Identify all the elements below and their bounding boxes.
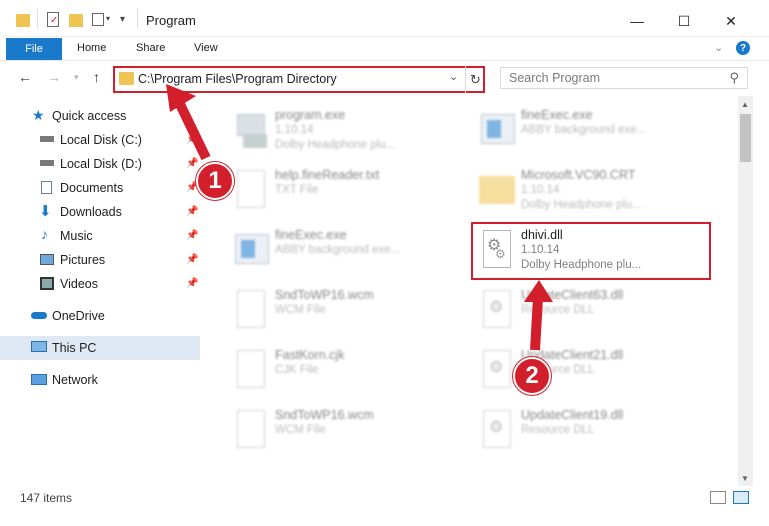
sidebar-item-downloads[interactable]: ⬇ Downloads 📌	[0, 200, 200, 224]
generic-file-icon	[233, 408, 269, 452]
generic-file-icon	[233, 348, 269, 392]
expand-ribbon-icon[interactable]: ⌄	[714, 41, 723, 54]
pin-icon[interactable]: 📌	[186, 278, 198, 289]
ribbon: File Home Share View ⌄ ?	[0, 37, 769, 61]
pin-icon[interactable]: 📌	[186, 254, 198, 265]
cloud-icon	[31, 312, 47, 319]
sidebar-item-quick-access[interactable]: ★ Quick access	[0, 104, 200, 128]
close-button[interactable]: ✕	[708, 7, 754, 35]
videos-icon	[40, 277, 54, 290]
file-item[interactable]: help.fineReader.txt TXT File	[229, 162, 469, 220]
pin-icon[interactable]: 📌	[186, 134, 198, 145]
chevron-down-icon[interactable]: ⌄	[449, 70, 458, 83]
dll-gear-icon: ⚙	[479, 408, 515, 452]
folder-icon	[16, 11, 30, 29]
file-item[interactable]: ⚙ UpdateClient63.dll Resource DLL	[475, 282, 715, 340]
file-version: 1.10.14	[521, 244, 560, 256]
back-arrow-icon[interactable]: ←	[18, 69, 32, 85]
documents-icon	[41, 181, 52, 194]
sidebar-item-local-disk-d[interactable]: Local Disk (D:) 📌	[0, 152, 200, 176]
file-item[interactable]: fineExec.exe ABBY background exe...	[475, 102, 715, 160]
file-item[interactable]: ⚙ UpdateClient21.dll Resource DLL	[475, 342, 715, 400]
application-icon	[233, 228, 269, 272]
tab-share[interactable]: Share	[136, 42, 165, 54]
window-title: Program	[146, 13, 196, 28]
dll-gear-icon: ⚙ ⚙	[479, 228, 515, 272]
up-arrow-icon[interactable]: ↑	[93, 69, 100, 85]
sidebar-item-music[interactable]: ♪ Music 📌	[0, 224, 200, 248]
file-item[interactable]: program.exe 1.10.14 Dolby Headphone plu.…	[229, 102, 469, 160]
refresh-icon[interactable]: ↻	[465, 66, 485, 93]
new-folder-icon[interactable]	[69, 11, 83, 29]
file-item[interactable]: fineExec.exe ABBY background exe...	[229, 222, 469, 280]
maximize-button[interactable]: ☐	[661, 7, 707, 35]
step-badge-1: 1	[196, 162, 234, 200]
forward-arrow-icon[interactable]: →	[47, 69, 61, 85]
pin-icon[interactable]: 📌	[186, 158, 198, 169]
item-count: 147 items	[20, 491, 73, 505]
sidebar-item-documents[interactable]: Documents 📌	[0, 176, 200, 200]
file-item[interactable]: ⚙ UpdateClient19.dll Resource DLL	[475, 402, 715, 460]
folder-icon	[479, 168, 515, 212]
pin-icon[interactable]: 📌	[186, 206, 198, 217]
large-icons-view-icon[interactable]	[733, 491, 749, 504]
dll-gear-icon: ⚙	[479, 288, 515, 332]
pictures-icon	[40, 254, 54, 265]
folder-icon	[119, 72, 134, 85]
scroll-up-icon[interactable]: ▲	[741, 100, 749, 109]
search-icon[interactable]: ⚲	[729, 70, 739, 86]
sidebar-item-network[interactable]: Network	[0, 368, 200, 392]
sidebar-item-this-pc[interactable]: This PC	[0, 336, 200, 360]
navigation-pane: ★ Quick access Local Disk (C:) 📌 Local D…	[0, 96, 202, 486]
tab-view[interactable]: View	[194, 42, 218, 54]
vertical-scrollbar[interactable]: ▲ ▼	[738, 96, 753, 486]
text-file-icon	[233, 168, 269, 212]
network-icon	[31, 374, 47, 385]
file-item[interactable]: FastKorn.cjk CJK File	[229, 342, 469, 400]
generic-file-icon	[233, 288, 269, 332]
search-placeholder: Search Program	[509, 71, 601, 85]
pin-icon[interactable]: 📌	[186, 230, 198, 241]
sidebar-item-local-disk-c[interactable]: Local Disk (C:) 📌	[0, 128, 200, 152]
step-badge-2: 2	[513, 357, 551, 395]
drive-icon	[40, 160, 54, 166]
application-icon	[233, 108, 269, 152]
computer-icon	[31, 341, 47, 352]
search-input[interactable]: Search Program ⚲	[500, 67, 748, 89]
dll-gear-icon: ⚙	[479, 348, 515, 392]
file-item[interactable]: Microsoft.VC90.CRT 1.10.14 Dolby Headpho…	[475, 162, 715, 220]
file-name: dhivi.dll	[521, 228, 563, 242]
file-description: Dolby Headphone plu...	[521, 259, 642, 271]
address-bar[interactable]: C:\Program Files\Program Directory ⌄ ↻	[113, 66, 485, 93]
sidebar-item-pictures[interactable]: Pictures 📌	[0, 248, 200, 272]
minimize-button[interactable]: —	[614, 7, 660, 35]
tab-file[interactable]: File	[6, 38, 62, 60]
file-item-dhivi-dll[interactable]: ⚙ ⚙ dhivi.dll 1.10.14 Dolby Headphone pl…	[475, 222, 715, 280]
tab-home[interactable]: Home	[77, 42, 106, 54]
help-icon[interactable]: ?	[736, 41, 750, 55]
downloads-icon: ⬇	[39, 203, 52, 220]
drive-icon	[40, 136, 54, 142]
properties-icon[interactable]: ✓	[46, 11, 60, 29]
scroll-down-icon[interactable]: ▼	[741, 474, 749, 483]
star-icon: ★	[32, 107, 45, 123]
details-view-icon[interactable]	[710, 491, 726, 504]
sidebar-item-videos[interactable]: Videos 📌	[0, 272, 200, 296]
navigation-bar: ← → ▾ ↑ C:\Program Files\Program Directo…	[0, 61, 769, 96]
quick-access-dropdown-icon[interactable]: ▾	[120, 11, 130, 29]
title-bar: ✓ ▾ ▾ Program — ☐ ✕	[0, 0, 769, 37]
file-item[interactable]: SndToWP16.wcm WCM File	[229, 282, 469, 340]
customize-toolbar-icon[interactable]: ▾	[92, 11, 114, 29]
address-path[interactable]: C:\Program Files\Program Directory	[138, 72, 337, 86]
status-bar: 147 items	[0, 486, 769, 526]
sidebar-item-onedrive[interactable]: OneDrive	[0, 304, 200, 328]
file-list: program.exe 1.10.14 Dolby Headphone plu.…	[203, 96, 738, 486]
music-icon: ♪	[41, 226, 48, 242]
recent-locations-icon[interactable]: ▾	[74, 72, 79, 83]
scroll-thumb[interactable]	[740, 114, 751, 162]
application-icon	[479, 108, 515, 152]
file-item[interactable]: SndToWP16.wcm WCM File	[229, 402, 469, 460]
